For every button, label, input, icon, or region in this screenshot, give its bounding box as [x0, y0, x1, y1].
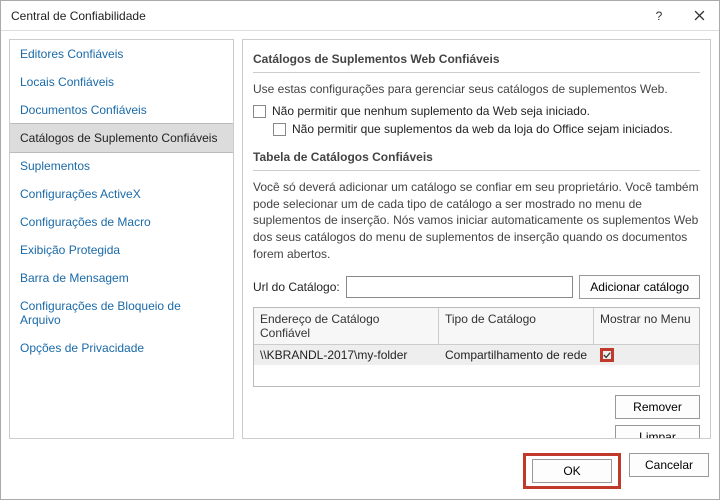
sidebar: Editores Confiáveis Locais Confiáveis Do…: [9, 39, 234, 439]
table-header: Endereço de Catálogo Confiável Tipo de C…: [254, 308, 699, 345]
col-address[interactable]: Endereço de Catálogo Confiável: [254, 308, 439, 344]
catalog-table: Endereço de Catálogo Confiável Tipo de C…: [253, 307, 700, 387]
titlebar: Central de Confiabilidade ?: [1, 1, 719, 31]
sidebar-item-file-block[interactable]: Configurações de Bloqueio de Arquivo: [10, 292, 233, 334]
catalog-url-input[interactable]: [346, 276, 574, 298]
main-panel: Catálogos de Suplementos Web Confiáveis …: [242, 39, 711, 439]
sidebar-item-activex[interactable]: Configurações ActiveX: [10, 180, 233, 208]
cb-no-store-addins[interactable]: Não permitir que suplementos da web da l…: [273, 122, 700, 136]
sidebar-item-trusted-locations[interactable]: Locais Confiáveis: [10, 68, 233, 96]
cb-no-web-addins[interactable]: Não permitir que nenhum suplemento da We…: [253, 104, 700, 118]
add-catalog-button[interactable]: Adicionar catálogo: [579, 275, 700, 299]
group2-note: Você só deverá adicionar um catálogo se …: [253, 179, 700, 263]
table-row[interactable]: \\KBRANDL-2017\my-folder Compartilhament…: [254, 345, 699, 365]
cancel-button[interactable]: Cancelar: [629, 453, 709, 477]
url-label: Url do Catálogo:: [253, 280, 340, 294]
group1-heading: Catálogos de Suplementos Web Confiáveis: [253, 52, 700, 66]
group2-heading: Tabela de Catálogos Confiáveis: [253, 150, 700, 164]
trust-center-dialog: Central de Confiabilidade ? Editores Con…: [0, 0, 720, 500]
clear-button[interactable]: Limpar: [615, 425, 700, 439]
close-button[interactable]: [679, 1, 719, 31]
ok-button[interactable]: OK: [532, 459, 612, 483]
sidebar-item-trusted-documents[interactable]: Documentos Confiáveis: [10, 96, 233, 124]
sidebar-item-privacy[interactable]: Opções de Privacidade: [10, 334, 233, 362]
group1-intro: Use estas configurações para gerenciar s…: [253, 81, 700, 98]
sidebar-item-message-bar[interactable]: Barra de Mensagem: [10, 264, 233, 292]
sidebar-item-trusted-catalogs[interactable]: Catálogos de Suplemento Confiáveis: [9, 123, 234, 153]
cell-address: \\KBRANDL-2017\my-folder: [254, 345, 439, 365]
close-icon: [694, 10, 705, 21]
sidebar-item-macro[interactable]: Configurações de Macro: [10, 208, 233, 236]
checkbox-icon: [253, 105, 266, 118]
check-icon: [603, 350, 611, 360]
ok-highlight: OK: [523, 453, 621, 489]
show-in-menu-checkbox[interactable]: [600, 348, 614, 362]
cb-label: Não permitir que nenhum suplemento da We…: [272, 104, 590, 118]
dialog-footer: OK Cancelar: [1, 447, 719, 499]
cell-show-menu: [594, 345, 699, 365]
sidebar-item-protected-view[interactable]: Exibição Protegida: [10, 236, 233, 264]
checkbox-icon: [273, 123, 286, 136]
help-button[interactable]: ?: [639, 1, 679, 31]
sidebar-item-addins[interactable]: Suplementos: [10, 152, 233, 180]
col-show-menu[interactable]: Mostrar no Menu: [594, 308, 699, 344]
window-title: Central de Confiabilidade: [11, 9, 639, 23]
sidebar-item-trusted-publishers[interactable]: Editores Confiáveis: [10, 40, 233, 68]
col-type[interactable]: Tipo de Catálogo: [439, 308, 594, 344]
cb-label: Não permitir que suplementos da web da l…: [292, 122, 673, 136]
cell-type: Compartilhamento de rede: [439, 345, 594, 365]
remove-button[interactable]: Remover: [615, 395, 700, 419]
